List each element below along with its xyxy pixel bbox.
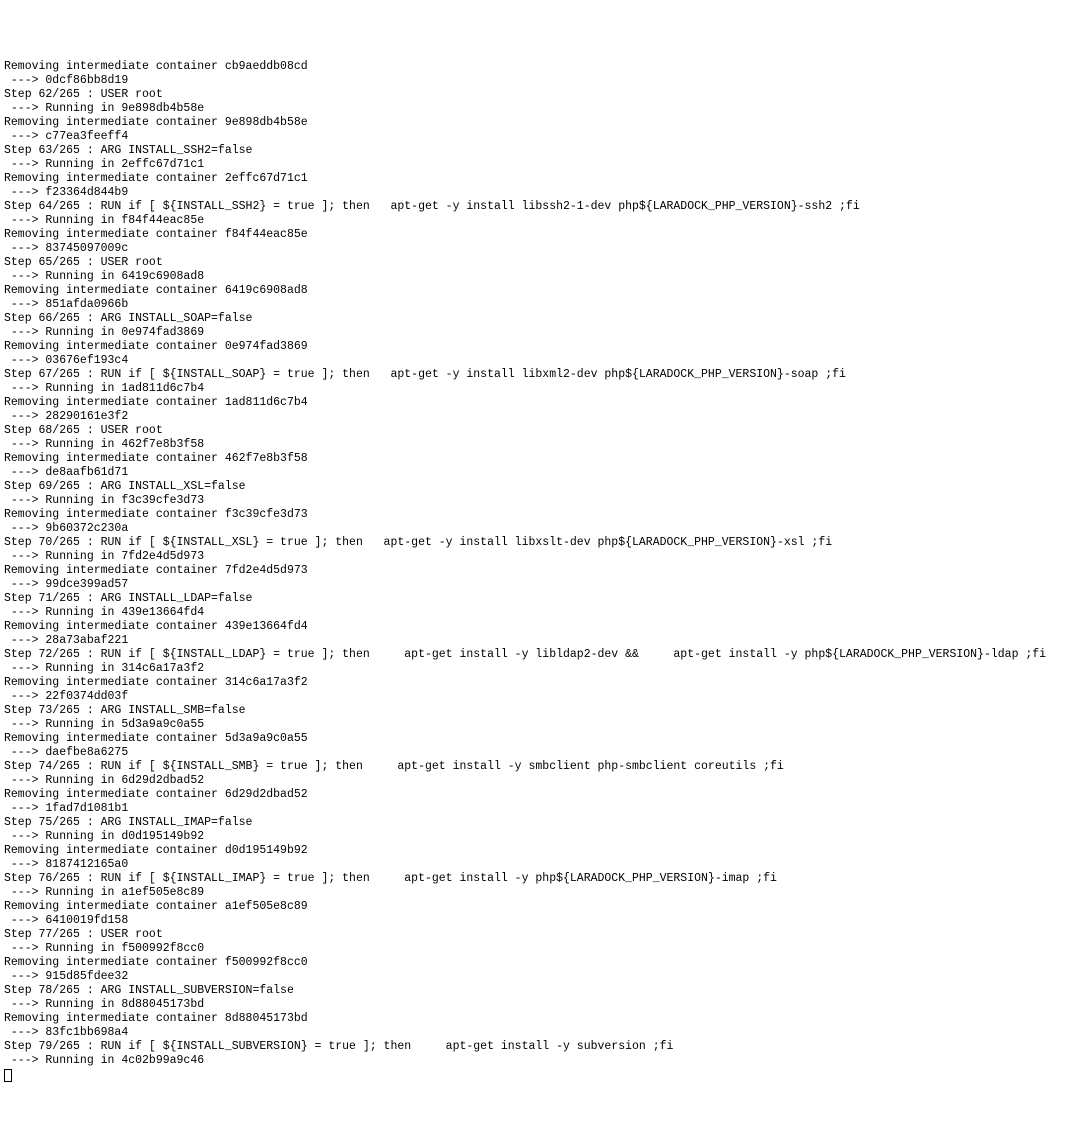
- terminal-cursor: [4, 1069, 12, 1082]
- terminal-output[interactable]: Removing intermediate container cb9aeddb…: [4, 60, 1062, 1068]
